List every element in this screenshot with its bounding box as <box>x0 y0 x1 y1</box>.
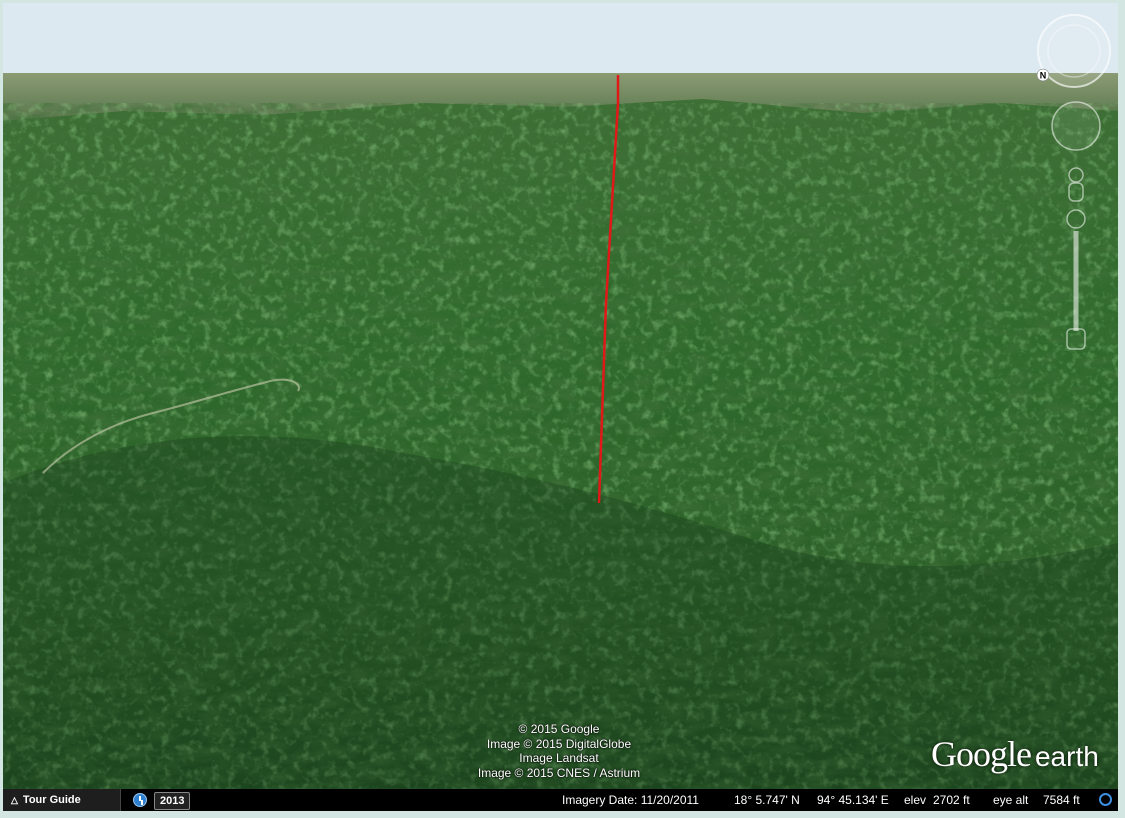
elevation-value: 2702 ft <box>933 793 970 807</box>
historical-year-badge[interactable]: 2013 <box>154 792 191 810</box>
terrain-scene[interactable] <box>3 3 1118 811</box>
elevation-label: elev <box>904 793 927 807</box>
streaming-status-icon <box>1099 793 1112 806</box>
credit-line: Image Landsat <box>519 751 599 765</box>
look-joystick-icon[interactable] <box>1051 101 1101 151</box>
latitude-readout: 18° 5.747' N <box>734 793 800 807</box>
tour-guide-caret-icon: △ <box>11 794 18 805</box>
logo-earth-text: earth <box>1034 741 1099 772</box>
eye-alt-label: eye alt <box>993 793 1029 807</box>
tour-guide-label: Tour Guide <box>22 794 81 806</box>
tour-guide-button[interactable]: △ Tour Guide <box>3 789 121 811</box>
longitude-readout: 94° 45.134' E <box>817 793 889 807</box>
compass-ring[interactable]: N <box>1036 14 1111 88</box>
map-viewport[interactable]: © 2015 Google Image © 2015 DigitalGlobe … <box>3 3 1118 811</box>
credit-line: Image © 2015 DigitalGlobe <box>486 736 632 751</box>
eye-alt-value: 7584 ft <box>1043 793 1080 807</box>
historical-imagery-icon[interactable] <box>133 793 147 807</box>
credit-line: Image © 2015 CNES / Astrium <box>477 765 641 780</box>
compass-north-label: N <box>1040 71 1047 81</box>
sky <box>3 3 1118 77</box>
google-earth-logo: Google earth <box>931 733 1099 775</box>
imagery-date: Imagery Date: 11/20/2011 <box>562 793 699 807</box>
logo-google-text: Google <box>931 734 1032 774</box>
credit-line: © 2015 Google <box>518 722 600 736</box>
status-bar: △ Tour Guide 2013 Imagery Date: 11/20/20… <box>3 789 1118 811</box>
imagery-credits: © 2015 Google Image © 2015 DigitalGlobe … <box>443 722 675 780</box>
